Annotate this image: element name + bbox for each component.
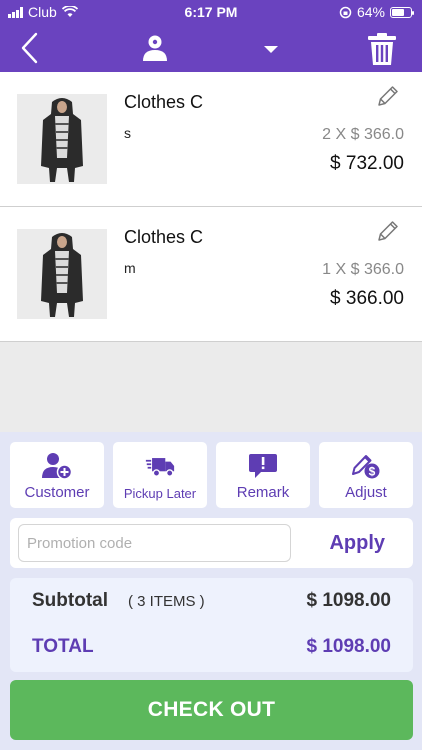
total-label: TOTAL bbox=[32, 636, 94, 657]
product-variant: s bbox=[124, 125, 131, 141]
edit-pencil-icon[interactable] bbox=[376, 219, 400, 243]
user-icon[interactable] bbox=[140, 34, 170, 62]
quantity-price: 1 X $ 366.0 bbox=[322, 261, 404, 278]
subtotal-label: Subtotal bbox=[32, 590, 108, 611]
orientation-lock-icon bbox=[339, 6, 352, 18]
quantity-price: 2 X $ 366.0 bbox=[322, 126, 404, 143]
battery-icon bbox=[390, 6, 414, 18]
trash-icon[interactable] bbox=[366, 32, 398, 66]
cart-list: Clothes C s 2 X $ 366.0 $ 732.00 Clothes… bbox=[0, 72, 422, 342]
adjust-button[interactable]: $ Adjust bbox=[319, 442, 413, 508]
back-chevron-icon bbox=[21, 32, 38, 64]
apply-button[interactable]: Apply bbox=[329, 532, 385, 555]
remark-icon bbox=[249, 454, 277, 478]
cart-item[interactable]: Clothes C s 2 X $ 366.0 $ 732.00 bbox=[0, 72, 422, 207]
status-bar: Club 6:17 PM 64% bbox=[0, 0, 422, 24]
total-value: $ 1098.00 bbox=[306, 636, 391, 657]
product-name: Clothes C bbox=[124, 92, 204, 112]
customer-button[interactable]: Customer bbox=[10, 442, 104, 508]
customer-label: Customer bbox=[24, 484, 90, 501]
checkout-button[interactable]: CHECK OUT bbox=[10, 680, 413, 740]
remark-button[interactable]: Remark bbox=[216, 442, 310, 508]
action-bar: Customer Pickup Later Remark $ Adjust bbox=[10, 442, 413, 508]
product-name: Clothes C bbox=[124, 227, 204, 247]
delivery-truck-icon bbox=[145, 458, 175, 477]
line-total: $ 732.00 bbox=[330, 153, 404, 174]
adjust-label: Adjust bbox=[345, 484, 387, 501]
remark-label: Remark bbox=[236, 484, 290, 501]
items-count: ( 3 ITEMS ) bbox=[128, 593, 205, 610]
checkout-panel: Customer Pickup Later Remark $ Adjust Pr… bbox=[0, 432, 422, 750]
cart-item[interactable]: Clothes C m 1 X $ 366.0 $ 366.00 bbox=[0, 207, 422, 342]
product-thumbnail bbox=[17, 229, 107, 319]
battery-percent: 64% bbox=[356, 4, 385, 20]
svg-text:$: $ bbox=[369, 465, 376, 479]
back-button[interactable] bbox=[12, 30, 46, 66]
pickup-later-button[interactable]: Pickup Later bbox=[113, 442, 207, 508]
caret-down-icon[interactable] bbox=[261, 42, 281, 56]
promotion-code-input[interactable] bbox=[18, 524, 291, 562]
product-thumbnail bbox=[17, 94, 107, 184]
promotion-row: Apply bbox=[10, 518, 413, 568]
pickup-later-label: Pickup Later bbox=[123, 486, 197, 501]
add-customer-icon bbox=[42, 453, 72, 480]
product-variant: m bbox=[124, 260, 136, 276]
order-summary: Subtotal ( 3 ITEMS ) $ 1098.00 TOTAL $ 1… bbox=[10, 578, 413, 672]
battery-level bbox=[392, 8, 404, 16]
subtotal-value: $ 1098.00 bbox=[306, 590, 391, 611]
adjust-price-icon: $ bbox=[352, 455, 380, 479]
line-total: $ 366.00 bbox=[330, 288, 404, 309]
nav-bar bbox=[0, 24, 422, 72]
edit-pencil-icon[interactable] bbox=[376, 84, 400, 108]
